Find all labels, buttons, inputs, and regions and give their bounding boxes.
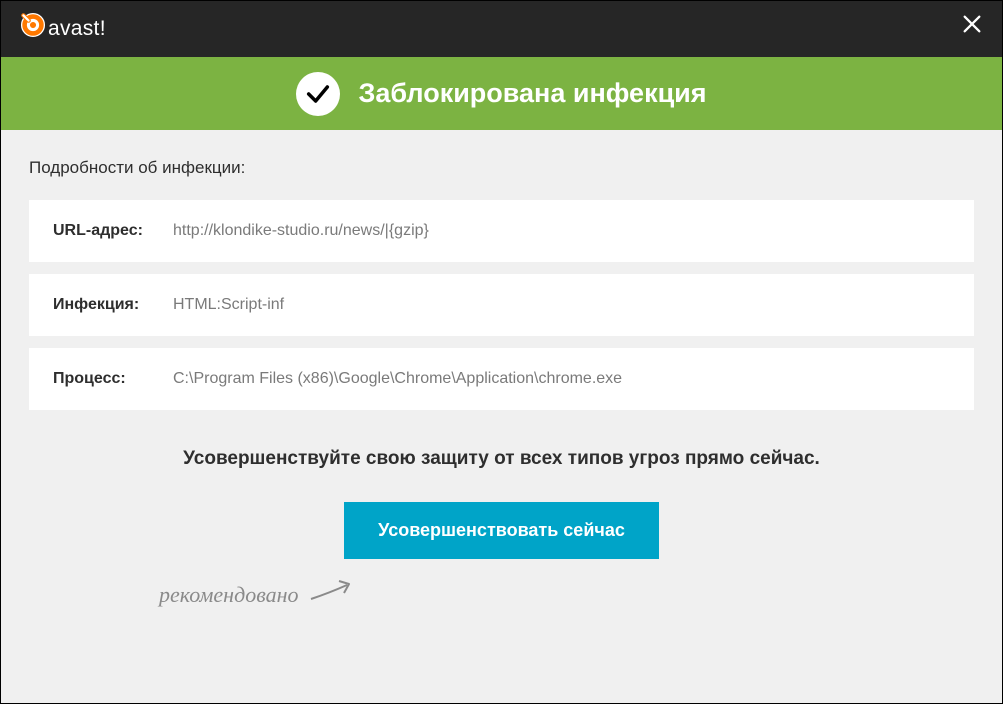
upgrade-section: Усовершенствуйте свою защиту от всех тип… — [29, 448, 974, 612]
process-label: Процесс: — [53, 370, 173, 388]
close-button[interactable] — [956, 8, 988, 40]
url-value: http://klondike-studio.ru/news/|{gzip} — [173, 222, 429, 240]
arrow-icon — [309, 577, 359, 612]
content-area: Подробности об инфекции: URL-адрес: http… — [1, 130, 1002, 703]
url-label: URL-адрес: — [53, 222, 173, 240]
logo: avast! — [19, 17, 106, 41]
details-heading: Подробности об инфекции: — [29, 158, 974, 178]
status-banner: Заблокирована инфекция — [1, 57, 1002, 130]
recommendation: рекомендовано — [29, 577, 974, 612]
recommendation-text: рекомендовано — [159, 582, 299, 608]
infection-value: HTML:Script-inf — [173, 296, 284, 314]
titlebar: avast! — [1, 1, 1002, 57]
upgrade-message: Усовершенствуйте свою защиту от всех тип… — [29, 448, 974, 470]
upgrade-button[interactable]: Усовершенствовать сейчас — [344, 502, 659, 559]
avast-logo-icon — [19, 11, 47, 39]
process-value: C:\Program Files (x86)\Google\Chrome\App… — [173, 370, 622, 388]
detail-row-url: URL-адрес: http://klondike-studio.ru/new… — [29, 200, 974, 262]
banner-title: Заблокирована инфекция — [358, 78, 706, 109]
dialog-window: avast! Заблокирована инфекция Подробност… — [0, 0, 1003, 704]
infection-label: Инфекция: — [53, 296, 173, 314]
checkmark-icon — [296, 72, 340, 116]
detail-row-infection: Инфекция: HTML:Script-inf — [29, 274, 974, 336]
detail-row-process: Процесс: C:\Program Files (x86)\Google\C… — [29, 348, 974, 410]
logo-text: avast! — [48, 17, 106, 41]
